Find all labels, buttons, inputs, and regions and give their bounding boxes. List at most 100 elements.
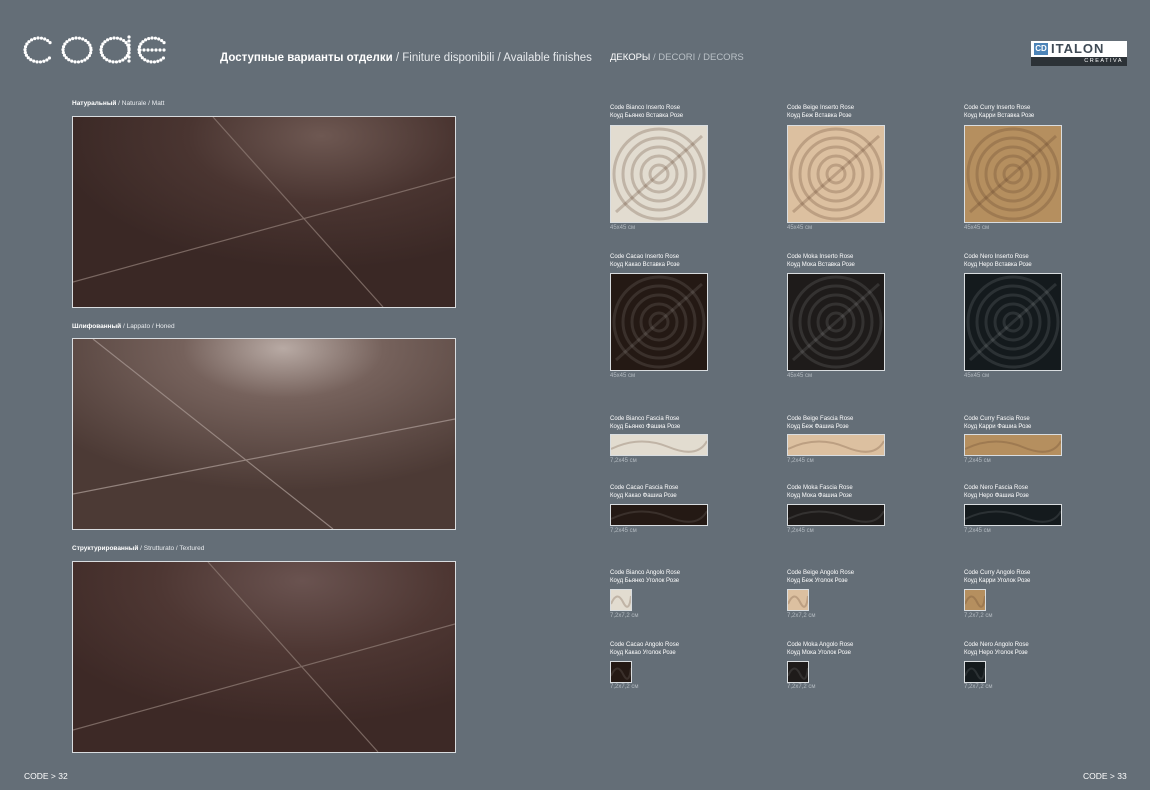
decor-size: 45x45 см (964, 225, 990, 231)
decors-heading: ДЕКОРЫ / DECORI / DECORS (610, 52, 744, 63)
decor-name-italian: Code Beige Angolo Rose (787, 570, 855, 576)
decor-size: 7,2x45 см (787, 528, 814, 534)
decor-size: 7,2x45 см (787, 458, 814, 464)
code-logo (23, 35, 166, 64)
decor-name: Code Beige Fascia Rose Коуд Беж Фашиа Роз… (787, 415, 853, 431)
decor-name: Code Cacao Fascia Rose Коуд Какао Фашиа Р… (610, 484, 678, 500)
decor-name-russian: Коуд Мока Уголок Розе (787, 650, 851, 656)
decor-swatch (787, 589, 809, 611)
decor-size: 7,2x7,2 см (610, 613, 639, 619)
decor-swatch (787, 273, 885, 371)
decor-swatch (787, 504, 885, 526)
decor-name: Code Moka Inserto Rose Коуд Мока Вставка … (787, 253, 855, 269)
decor-name-italian: Code Cacao Angolo Rose (610, 642, 680, 648)
decor-name-russian: Коуд Мока Фашиа Розе (787, 493, 852, 499)
decor-name-italian: Code Bianco Fascia Rose (610, 416, 680, 422)
decor-name-italian: Code Beige Fascia Rose (787, 416, 854, 422)
decor-name: Code Moka Angolo Rose Коуд Мока Уголок Ро… (787, 641, 853, 657)
brand-name: ITALON (1051, 41, 1105, 56)
decor-swatch (964, 661, 986, 683)
decor-swatch (964, 434, 1062, 456)
decor-name-italian: Code Moka Angolo Rose (787, 642, 854, 648)
decor-size: 7,2x7,2 см (610, 684, 639, 690)
decor-size: 45x45 см (787, 225, 813, 231)
decor-name: Code Cacao Angolo Rose Коуд Какао Уголок … (610, 641, 679, 657)
decor-swatch (787, 434, 885, 456)
decor-name-russian: Коуд Карри Вставка Розе (964, 113, 1035, 119)
decor-name-italian: Code Nero Fascia Rose (964, 485, 1029, 491)
decor-swatch (787, 661, 809, 683)
decor-size: 45x45 см (787, 373, 813, 379)
finish-photo-textured (72, 561, 456, 753)
page-number-right: CODE > 33 (1083, 771, 1127, 781)
italon-brand-logo: CD ITALON CREATIVA (1031, 41, 1127, 66)
decor-name-russian: Коуд Бьянко Вставка Розе (610, 113, 684, 119)
decor-name-russian: Коуд Карри Уголок Розе (964, 578, 1031, 584)
decor-name-italian: Code Curry Fascia Rose (964, 416, 1030, 422)
decor-size: 7,2x7,2 см (964, 613, 993, 619)
decor-swatch (964, 273, 1062, 371)
decor-name-italian: Code Cacao Inserto Rose (610, 254, 680, 260)
decor-size: 7,2x7,2 см (964, 684, 993, 690)
decor-name-russian: Коуд Какао Вставка Розе (610, 262, 680, 268)
decor-name: Code Cacao Inserto Rose Коуд Какао Вставк… (610, 253, 680, 269)
decor-name: Code Beige Inserto Rose Коуд Беж Вставка … (787, 104, 854, 120)
title-russian: Доступные варианты отделки (220, 52, 393, 64)
decor-size: 7,2x7,2 см (787, 613, 816, 619)
decor-size: 7,2x45 см (964, 528, 991, 534)
decor-name: Code Bianco Angolo Rose Коуд Бьянко Уголо… (610, 569, 680, 585)
decor-size: 7,2x45 см (610, 528, 637, 534)
decor-name: Code Nero Angolo Rose Коуд Неро Уголок Ро… (964, 641, 1029, 657)
decor-name-italian: Code Moka Fascia Rose (787, 485, 853, 491)
decor-name-russian: Коуд Мока Вставка Розе (787, 262, 855, 268)
finish-photo-matt (72, 116, 456, 308)
brand-mark-icon: CD (1034, 43, 1048, 55)
decor-name: Code Bianco Fascia Rose Коуд Бьянко Фашиа… (610, 415, 680, 431)
decor-name-russian: Коуд Беж Фашиа Розе (787, 424, 849, 430)
decor-size: 45x45 см (610, 373, 636, 379)
decor-name-italian: Code Curry Angolo Rose (964, 570, 1031, 576)
decor-size: 45x45 см (964, 373, 990, 379)
decor-name: Code Beige Angolo Rose Коуд Беж Уголок Ро… (787, 569, 854, 585)
decor-name-russian: Коуд Неро Вставка Розе (964, 262, 1032, 268)
decor-swatch (964, 125, 1062, 223)
decor-swatch (610, 589, 632, 611)
decor-swatch (610, 434, 708, 456)
decors-heading-translations: / DECORI / DECORS (650, 52, 744, 63)
decor-name-russian: Коуд Карри Фашиа Розе (964, 424, 1032, 430)
decor-name: Code Nero Inserto Rose Коуд Неро Вставка … (964, 253, 1032, 269)
brand-subline: CREATIVA (1031, 57, 1127, 66)
decors-heading-russian: ДЕКОРЫ (610, 52, 651, 63)
decor-name-italian: Code Nero Angolo Rose (964, 642, 1029, 648)
page-title: Доступные варианты отделки / Finiture di… (220, 52, 592, 64)
decor-name: Code Curry Fascia Rose Коуд Карри Фашиа Р… (964, 415, 1031, 431)
decor-name: Code Curry Inserto Rose Коуд Карри Вставк… (964, 104, 1034, 120)
decor-size: 7,2x45 см (610, 458, 637, 464)
finish-label-honed: Шлифованный / Lappato / Honed (72, 323, 175, 330)
decor-name-italian: Code Cacao Fascia Rose (610, 485, 679, 491)
decor-swatch (787, 125, 885, 223)
decor-name-italian: Code Nero Inserto Rose (964, 254, 1029, 260)
decor-name: Code Moka Fascia Rose Коуд Мока Фашиа Роз… (787, 484, 853, 500)
decor-name-italian: Code Moka Inserto Rose (787, 254, 854, 260)
decor-swatch (610, 661, 632, 683)
decor-name-italian: Code Beige Inserto Rose (787, 105, 855, 111)
finish-label-matt: Натуральный / Naturale / Matt (72, 100, 165, 107)
decor-name-russian: Коуд Неро Уголок Розе (964, 650, 1028, 656)
decor-swatch (610, 125, 708, 223)
decor-size: 7,2x45 см (964, 458, 991, 464)
decor-name-italian: Code Bianco Inserto Rose (610, 105, 681, 111)
decor-name-russian: Коуд Какао Фашиа Розе (610, 493, 677, 499)
decor-swatch (964, 504, 1062, 526)
decor-swatch (610, 273, 708, 371)
decor-name-russian: Коуд Бьянко Фашиа Розе (610, 424, 681, 430)
decor-swatch (964, 589, 986, 611)
decor-name-russian: Коуд Беж Уголок Розе (787, 578, 848, 584)
decor-name-russian: Коуд Беж Вставка Розе (787, 113, 852, 119)
decor-swatch (610, 504, 708, 526)
decor-name-russian: Коуд Бьянко Уголок Розе (610, 578, 680, 584)
decor-name: Code Bianco Inserto Rose Коуд Бьянко Вста… (610, 104, 683, 120)
page-number-left: CODE > 32 (24, 771, 68, 781)
finish-photo-honed (72, 338, 456, 530)
decor-name: Code Curry Angolo Rose Коуд Карри Уголок … (964, 569, 1030, 585)
